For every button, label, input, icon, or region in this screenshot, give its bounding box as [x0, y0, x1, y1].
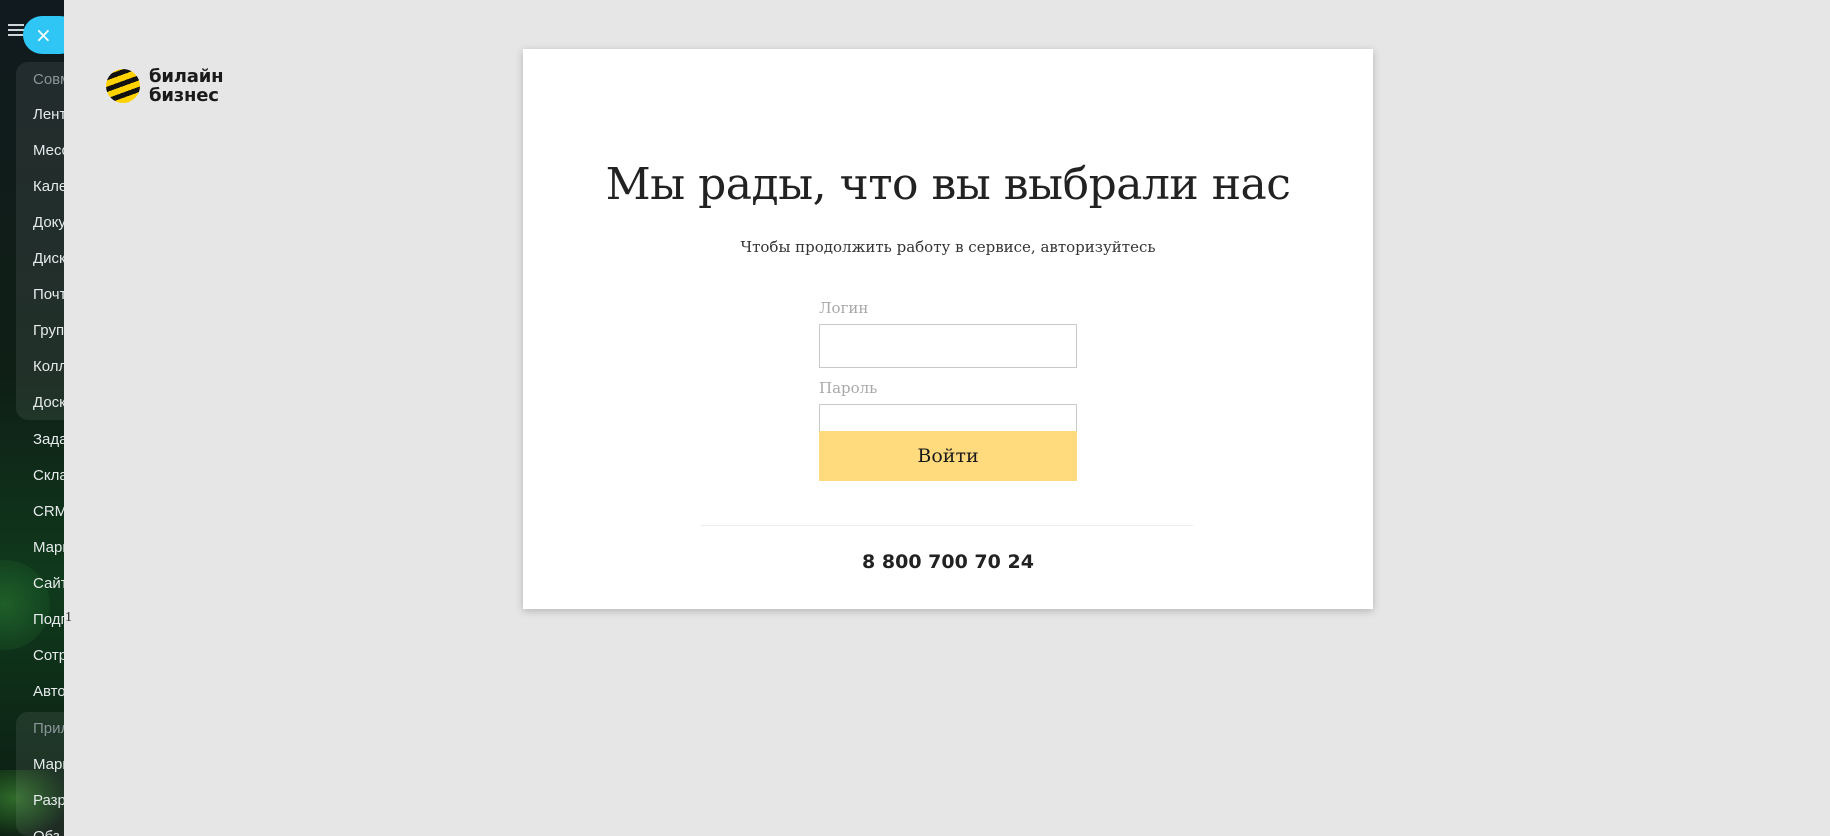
auth-subtitle: Чтобы продолжить работу в сервисе, автор…: [740, 238, 1156, 256]
brand-name-line2: бизнес: [149, 85, 219, 106]
sidebar-item-colleagues[interactable]: Колл: [33, 357, 67, 377]
login-label: Логин: [819, 299, 869, 317]
login-button[interactable]: Войти: [819, 431, 1077, 481]
auth-card: Мы рады, что вы выбрали нас Чтобы продол…: [523, 49, 1373, 609]
sidebar-item-crm[interactable]: CRM: [33, 502, 67, 522]
sidebar-item-feed[interactable]: Лент: [33, 105, 66, 125]
stray-text: 1: [65, 610, 72, 625]
sidebar-item-overview[interactable]: Обз: [33, 827, 60, 836]
sidebar-item-mail[interactable]: Почт: [33, 285, 66, 305]
sidebar-item-drive[interactable]: Диск: [33, 249, 66, 269]
beeline-logo-icon: [106, 69, 140, 103]
sidebar-item-boards[interactable]: Доск: [33, 393, 66, 413]
sidebar-item-calendar[interactable]: Кале: [33, 177, 67, 197]
sidebar-item-documents[interactable]: Доку: [33, 213, 66, 233]
support-phone[interactable]: 8 800 700 70 24: [523, 551, 1373, 573]
auth-title: Мы рады, что вы выбрали нас: [605, 159, 1291, 210]
divider: [701, 525, 1193, 526]
password-label: Пароль: [819, 379, 878, 397]
slider-panel: билайн бизнес Мы рады, что вы выбрали на…: [64, 0, 1830, 836]
sidebar-item-tasks[interactable]: Зада: [33, 430, 68, 450]
sidebar-item-developers[interactable]: Разр: [33, 791, 66, 811]
brand-name-line1: билайн: [149, 66, 224, 87]
sidebar-item-employees[interactable]: Сотр: [33, 646, 67, 666]
background-sidebar: Совм Лент Месс Кале Доку Диск Почт Груп …: [0, 0, 70, 836]
login-input[interactable]: [819, 324, 1077, 368]
brand-name: билайн бизнес: [149, 66, 224, 106]
brand-logo: билайн бизнес: [106, 66, 224, 106]
sidebar-item-sites[interactable]: Сайт: [33, 574, 68, 594]
sidebar-item-groups[interactable]: Груп: [33, 321, 64, 341]
menu-icon[interactable]: [8, 24, 24, 36]
close-icon: ×: [35, 23, 52, 47]
sidebar-item-automation[interactable]: Авто: [33, 682, 66, 702]
sidebar-item-inventory[interactable]: Скла: [33, 466, 68, 486]
